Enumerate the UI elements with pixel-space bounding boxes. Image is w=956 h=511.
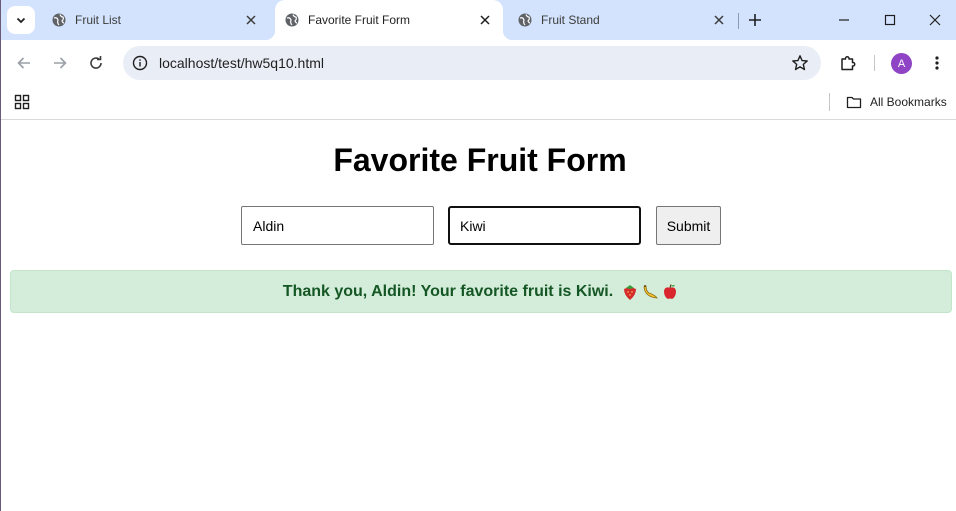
new-tab-button[interactable] — [743, 8, 767, 32]
tab-strip: Fruit List Favorite Fruit Form Fruit Sta… — [1, 0, 956, 40]
globe-icon — [51, 12, 67, 28]
address-bar[interactable]: localhost/test/hw5q10.html — [123, 46, 821, 80]
all-bookmarks-button[interactable]: All Bookmarks — [846, 93, 947, 111]
success-message: Thank you, Aldin! Your favorite fruit is… — [10, 270, 952, 313]
browser-window: Fruit List Favorite Fruit Form Fruit Sta… — [0, 0, 956, 511]
browser-toolbar: localhost/test/hw5q10.html A — [1, 40, 956, 86]
globe-icon — [284, 12, 300, 28]
bookmarks-divider — [829, 93, 830, 111]
back-button[interactable] — [10, 49, 38, 77]
close-icon[interactable] — [477, 12, 493, 28]
maximize-button[interactable] — [867, 0, 913, 40]
puzzle-icon — [841, 56, 856, 71]
close-icon — [929, 14, 941, 26]
banana-icon — [643, 284, 658, 298]
close-window-button[interactable] — [913, 0, 956, 40]
bookmarks-bar: All Bookmarks — [1, 86, 956, 120]
fruit-input[interactable]: Kiwi — [448, 206, 641, 245]
tab-favorite-fruit-form[interactable]: Favorite Fruit Form — [265, 0, 513, 40]
fruit-emoji-group — [619, 283, 679, 301]
extensions-button[interactable] — [834, 49, 862, 77]
close-icon[interactable] — [711, 12, 727, 28]
apps-grid-icon[interactable] — [13, 93, 31, 111]
star-icon[interactable] — [791, 54, 809, 72]
page-content: Favorite Fruit Form Aldin Kiwi Submit Th… — [1, 121, 956, 511]
page-title: Favorite Fruit Form — [333, 142, 627, 178]
name-input-value: Aldin — [253, 217, 285, 234]
all-bookmarks-label: All Bookmarks — [870, 95, 947, 109]
forward-button[interactable] — [46, 49, 74, 77]
apple-icon — [664, 283, 677, 299]
url-text: localhost/test/hw5q10.html — [159, 55, 324, 71]
globe-icon — [517, 12, 533, 28]
maximize-icon — [884, 14, 896, 26]
minimize-icon — [839, 19, 849, 21]
tab-fruit-list[interactable]: Fruit List — [49, 0, 267, 40]
site-info-icon[interactable] — [131, 54, 149, 72]
fruit-input-value: Kiwi — [460, 217, 486, 234]
profile-avatar[interactable]: A — [891, 53, 912, 74]
folder-icon — [846, 94, 862, 110]
toolbar-divider — [874, 55, 875, 71]
reload-icon — [90, 56, 102, 69]
arrow-right-icon — [54, 57, 67, 69]
plus-icon — [749, 14, 761, 26]
more-vert-icon — [935, 56, 939, 70]
tab-title: Fruit List — [75, 13, 122, 27]
arrow-left-icon — [17, 57, 30, 69]
tab-separator — [738, 13, 739, 29]
menu-button[interactable] — [923, 49, 951, 77]
tab-title: Fruit Stand — [541, 13, 600, 27]
minimize-button[interactable] — [821, 0, 867, 40]
reload-button[interactable] — [82, 49, 110, 77]
tab-title: Favorite Fruit Form — [308, 13, 411, 27]
tab-search-button[interactable] — [7, 6, 35, 34]
tab-fruit-stand[interactable]: Fruit Stand — [515, 0, 733, 40]
close-icon[interactable] — [243, 12, 259, 28]
success-message-text: Thank you, Aldin! Your favorite fruit is… — [282, 282, 614, 300]
strawberry-icon — [624, 284, 637, 300]
submit-button[interactable]: Submit — [656, 206, 721, 245]
chevron-down-icon — [16, 17, 26, 24]
name-input[interactable]: Aldin — [241, 206, 434, 245]
